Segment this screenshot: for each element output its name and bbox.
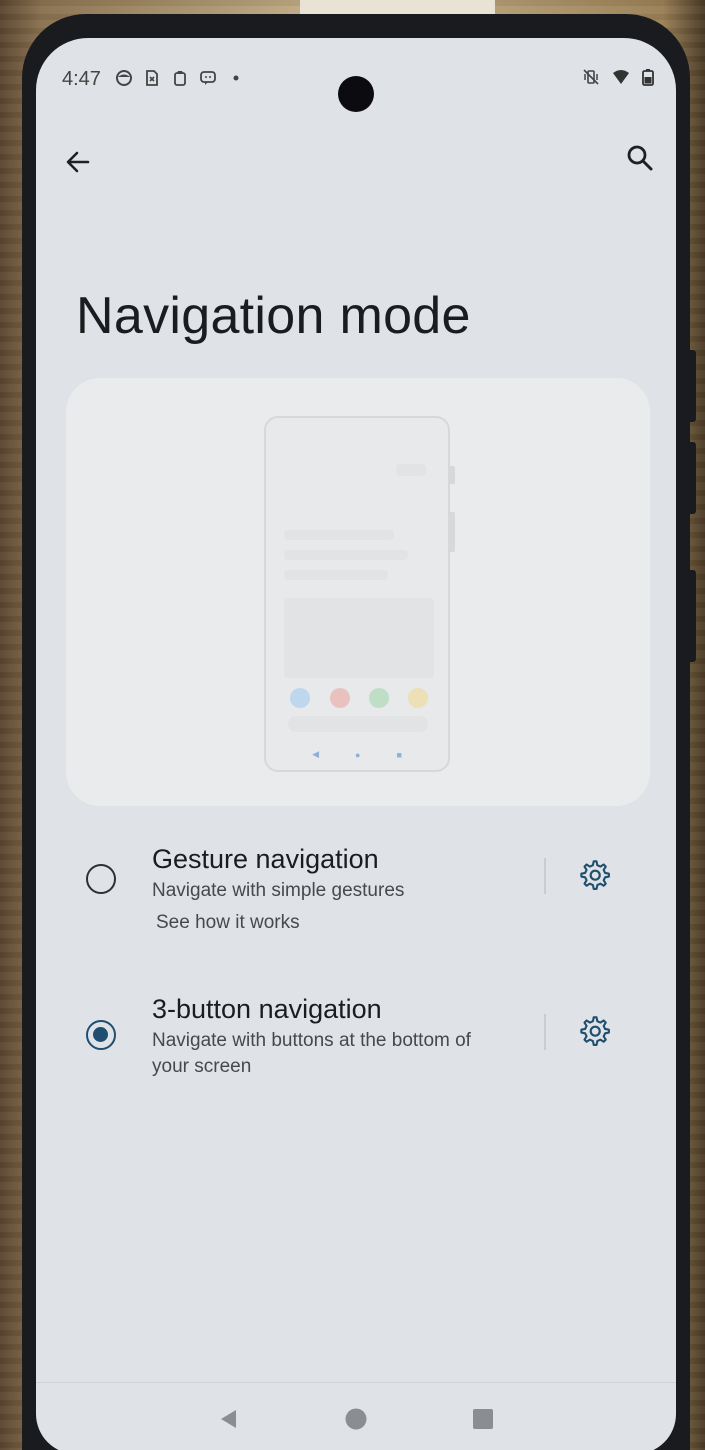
divider [544,1014,546,1050]
nav-home-button[interactable] [336,1399,376,1439]
search-button[interactable] [620,138,660,178]
illustration-side-button [450,512,455,552]
illustration-search-bar [288,716,428,732]
sim-x-icon [143,69,161,87]
3-button-radio[interactable] [86,1020,116,1050]
illustration-bar [284,530,394,540]
option-subtitle: Navigate with simple gestures [152,880,405,901]
wifi-icon [612,68,630,86]
battery-icon [642,68,654,86]
gesture-radio[interactable] [86,864,116,894]
divider [544,858,546,894]
see-how-it-works-link[interactable]: See how it works [156,912,300,934]
illustration-bar [284,550,408,560]
triangle-back-icon [221,1409,237,1428]
search-icon [627,145,653,171]
front-camera [338,76,374,112]
dot-icon [227,69,245,87]
illustration-recent-glyph: ■ [396,749,402,760]
chat-icon [199,69,217,87]
app-face-icon [115,69,133,87]
illustration-block [284,598,434,678]
gear-icon [580,1016,610,1046]
option-title: Gesture navigation [152,844,379,874]
volume-button [690,350,696,422]
status-time: 4:47 [62,67,101,90]
power-button [690,442,696,514]
option-title: 3-button navigation [152,994,382,1024]
circle-home-icon [345,1408,367,1429]
system-navigation-bar [36,1382,676,1450]
navigation-preview-card: ◀ ● ■ [66,378,650,806]
illustration-nav: ◀ ● ■ [266,749,448,760]
vibrate-off-icon [582,68,600,86]
square-recents-icon [472,1408,493,1429]
phone-frame: 4:47 Navigation mode ◀ ● ■ Gesture navig… [22,14,696,1450]
illustration-dot-blue [290,688,310,708]
illustration-dot-green [369,688,389,708]
illustration-dot-red [330,688,350,708]
illustration-back-glyph: ◀ [312,749,320,759]
illustration-dot-yellow [408,688,428,708]
illustration-side-button [450,466,455,484]
status-left-icons [115,69,245,87]
gear-icon [580,860,610,890]
phone-illustration: ◀ ● ■ [264,416,450,772]
illustration-bar [284,570,388,580]
toolbar [36,134,676,194]
page-title: Navigation mode [76,287,471,345]
nav-back-button[interactable] [209,1399,249,1439]
illustration-bar [396,464,426,476]
screen: 4:47 Navigation mode ◀ ● ■ Gesture navig… [36,38,676,1450]
arrow-left-icon [66,151,90,173]
back-button[interactable] [58,142,98,182]
clipboard-icon [171,69,189,87]
gesture-settings-button[interactable] [576,856,616,896]
option-3-button-navigation[interactable]: 3-button navigation Navigate with button… [36,978,676,1098]
option-gesture-navigation[interactable]: Gesture navigation Navigate with simple … [36,828,676,948]
side-button [690,570,696,662]
option-subtitle: Navigate with buttons at the bottom of y… [152,1030,471,1077]
3-button-settings-button[interactable] [576,1012,616,1052]
status-right-icons [582,68,654,86]
nav-recents-button[interactable] [463,1399,503,1439]
illustration-home-glyph: ● [355,749,361,760]
